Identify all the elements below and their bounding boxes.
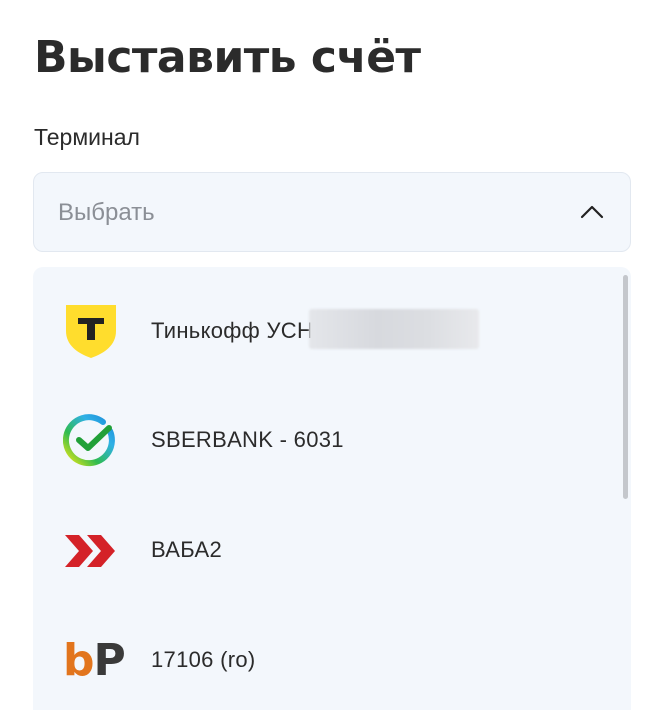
- chevron-up-icon[interactable]: [580, 201, 604, 223]
- terminal-option-tinkoff[interactable]: Тинькофф УСН: [33, 275, 613, 385]
- terminal-select[interactable]: Выбрать: [33, 172, 631, 252]
- redacted-text-block: [309, 309, 480, 349]
- sberbank-logo-icon: [63, 414, 115, 467]
- terminal-option-label: 17106 (ro): [151, 647, 256, 672]
- terminal-dropdown-list: Тинькофф УСН SBERBANK - 6031 ВАБА2 bP 17…: [33, 267, 631, 710]
- terminal-select-placeholder: Выбрать: [58, 199, 155, 226]
- invoice-page: Выставить счёт Терминал Выбрать Тинькофф…: [0, 0, 670, 710]
- page-title: Выставить счёт: [34, 32, 421, 83]
- terminal-option-label: ВАБА2: [151, 537, 222, 562]
- terminal-option-vaba2[interactable]: ВАБА2: [33, 495, 613, 605]
- terminal-option-label: Тинькофф УСН: [151, 309, 480, 349]
- terminal-option-label: SBERBANK - 6031: [151, 427, 344, 452]
- terminal-option-sberbank[interactable]: SBERBANK - 6031: [33, 385, 613, 495]
- bp-logo-icon: bP: [63, 635, 126, 686]
- terminal-option-17106[interactable]: bP 17106 (ro): [33, 605, 613, 710]
- terminal-label: Терминал: [34, 124, 140, 150]
- double-chevron-logo-icon: [65, 535, 115, 567]
- tinkoff-shield-icon: [66, 305, 116, 358]
- dropdown-scrollbar[interactable]: [623, 275, 628, 499]
